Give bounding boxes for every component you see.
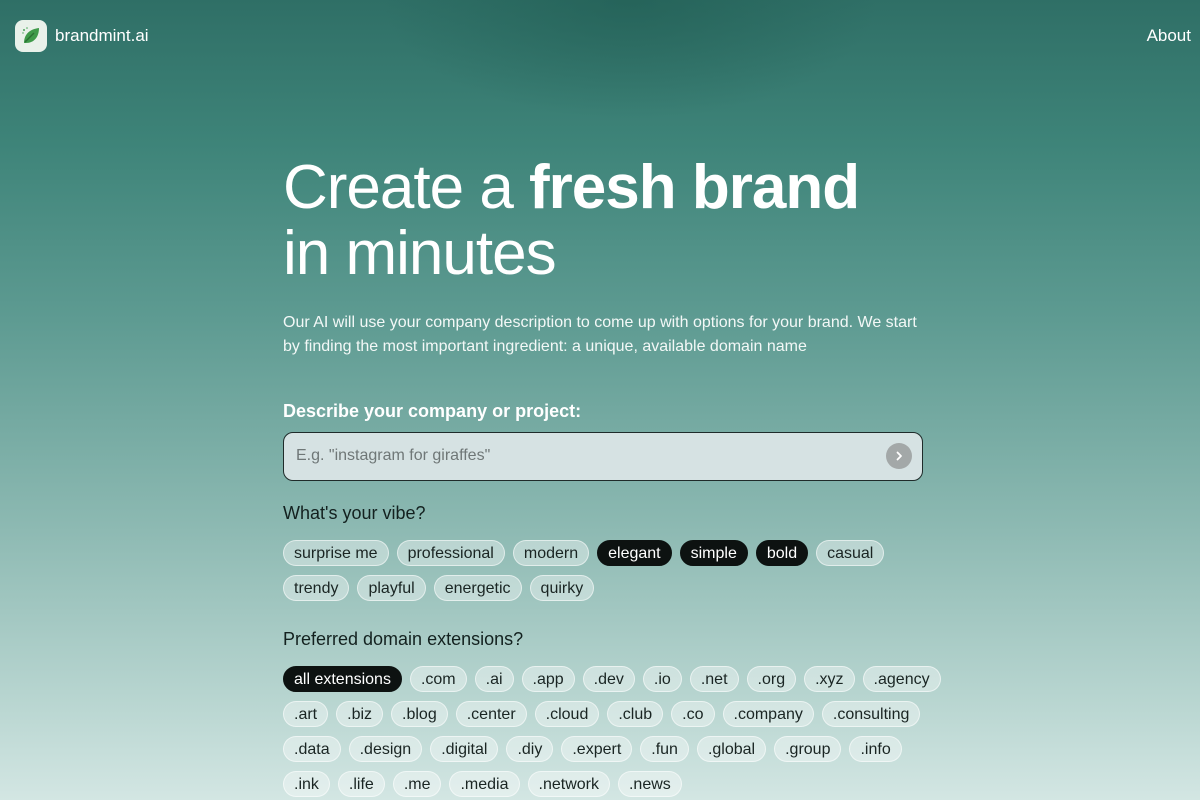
extension-chip[interactable]: .dev (582, 666, 635, 692)
chevron-right-icon (896, 451, 902, 461)
extension-chip[interactable]: .biz (336, 701, 384, 727)
extension-chip[interactable]: .expert (561, 736, 633, 762)
about-link[interactable]: About (1147, 26, 1191, 46)
submit-button[interactable] (886, 443, 912, 469)
extension-chip[interactable]: .art (283, 701, 329, 727)
extension-chip[interactable]: .blog (391, 701, 448, 727)
extension-options: all extensions .com .ai .app .dev .io .net .org… (283, 666, 943, 797)
hero-title-part2: in minutes (283, 219, 557, 288)
describe-label: Describe your company or project: (283, 401, 582, 421)
vibe-chip[interactable]: trendy (283, 575, 350, 601)
extensions-label: Preferred domain extensions? (283, 629, 524, 649)
brand-name: brandmint.ai (55, 26, 149, 45)
hero-title: Create a fresh brand in minutes (283, 155, 923, 287)
hero-title-bold: fresh brand (529, 153, 860, 222)
vibe-chip[interactable]: surprise me (283, 540, 389, 566)
extension-chip[interactable]: .info (849, 736, 902, 762)
extension-chip[interactable]: .io (642, 666, 682, 692)
vibe-options: surprise me professional modern elegant simp… (283, 540, 943, 601)
top-bar: brandmint.ai About (0, 0, 1200, 72)
extension-chip[interactable]: .ai (474, 666, 514, 692)
vibe-chip[interactable]: elegant (597, 540, 672, 566)
extension-chip[interactable]: .news (617, 771, 682, 797)
extension-chip[interactable]: .data (283, 736, 341, 762)
extension-chip[interactable]: .agency (862, 666, 941, 692)
extension-chip[interactable]: .consulting (821, 701, 921, 727)
vibe-chip[interactable]: energetic (433, 575, 522, 601)
vibe-label: What's your vibe? (283, 503, 426, 523)
leaf-icon (15, 20, 47, 52)
extension-chip[interactable]: .diy (506, 736, 554, 762)
extension-chip[interactable]: .design (348, 736, 423, 762)
extension-chip[interactable]: .me (392, 771, 442, 797)
extension-chip[interactable]: .company (722, 701, 814, 727)
hero-title-part1: Create a (283, 153, 530, 222)
extension-chip[interactable]: .club (607, 701, 664, 727)
brand-home-link[interactable]: brandmint.ai (15, 20, 149, 52)
extension-chip[interactable]: .cloud (534, 701, 600, 727)
extension-chip[interactable]: .global (696, 736, 767, 762)
describe-input[interactable] (284, 433, 856, 479)
vibe-chip[interactable]: simple (679, 540, 748, 566)
describe-input-wrapper (283, 432, 923, 481)
extension-chip[interactable]: .group (774, 736, 842, 762)
extension-chip[interactable]: .ink (283, 771, 330, 797)
extension-chip[interactable]: .org (746, 666, 797, 692)
main-content: Create a fresh brand in minutes Our AI wi… (283, 155, 941, 797)
extension-chip[interactable]: .center (455, 701, 527, 727)
vibe-chip[interactable]: quirky (529, 575, 595, 601)
hero-intro: Our AI will use your company description… (283, 314, 917, 355)
vibe-chip[interactable]: professional (396, 540, 505, 566)
extension-chip[interactable]: .digital (430, 736, 499, 762)
extension-chip[interactable]: .co (671, 701, 715, 727)
vibe-chip[interactable]: playful (357, 575, 426, 601)
extension-chip[interactable]: .media (449, 771, 520, 797)
vibe-chip[interactable]: modern (512, 540, 590, 566)
extension-chip[interactable]: .com (409, 666, 467, 692)
extension-chip[interactable]: .network (527, 771, 610, 797)
extension-chip[interactable]: .app (521, 666, 575, 692)
extension-chip[interactable]: all extensions (283, 666, 402, 692)
extension-chip[interactable]: .fun (640, 736, 689, 762)
vibe-chip[interactable]: casual (816, 540, 885, 566)
extension-chip[interactable]: .life (337, 771, 385, 797)
extension-chip[interactable]: .net (689, 666, 739, 692)
vibe-chip[interactable]: bold (755, 540, 809, 566)
extension-chip[interactable]: .xyz (804, 666, 855, 692)
